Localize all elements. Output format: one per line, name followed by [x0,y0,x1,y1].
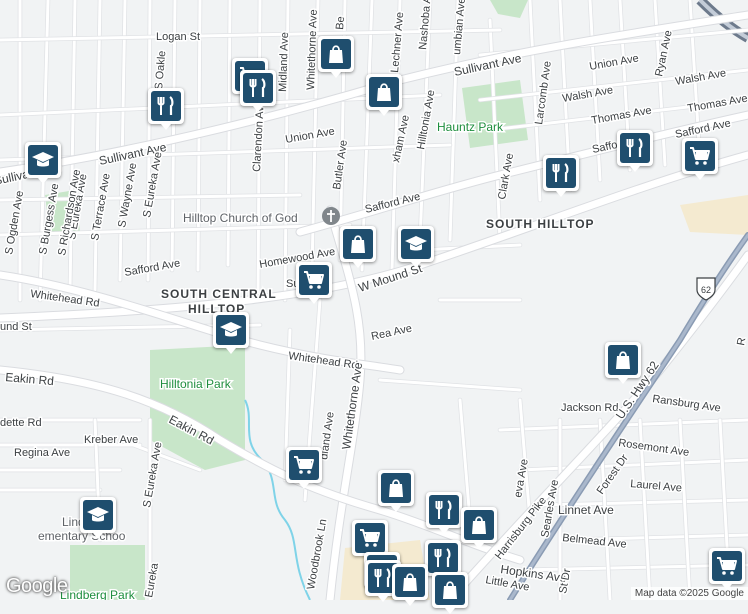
shopping-bag-icon [369,77,399,107]
restaurant-marker[interactable] [425,540,461,582]
shopping-marker[interactable] [605,342,641,384]
fork-knife-icon [151,91,181,121]
restaurant-marker[interactable] [148,88,184,130]
grocery-marker[interactable] [352,520,388,562]
shopping-marker[interactable] [461,507,497,549]
school-marker[interactable] [25,142,61,184]
shopping-marker[interactable] [378,470,414,512]
shopping-marker[interactable] [392,564,428,606]
shopping-bag-icon [464,510,494,540]
school-marker[interactable] [80,497,116,539]
street-label-logan: Logan St [156,31,200,43]
shopping-bag-icon [435,575,465,605]
graduation-cap-icon [401,229,431,259]
shopping-cart-icon [685,141,715,171]
shopping-bag-icon [321,39,351,69]
park-label-lindberg[interactable]: Lindberg Park [59,587,138,601]
google-logo: Google [6,575,68,597]
us-62-shield-label: 62 [701,285,711,295]
shopping-cart-icon [289,450,319,480]
fork-knife-icon [428,543,458,573]
shopping-bag-icon [381,473,411,503]
shopping-marker[interactable] [340,226,376,268]
graduation-cap-icon [216,315,246,345]
shopping-marker[interactable] [366,74,402,116]
shopping-cart-icon [712,551,742,581]
street-label-dette: dette Rd [0,417,42,429]
street-label-mound: und St [0,321,32,333]
grocery-marker[interactable] [682,138,718,180]
fork-knife-icon [546,158,576,188]
street-label-midland-n: Midland Ave [277,32,291,92]
map-attribution[interactable]: Map data ©2025 Google [630,587,748,600]
park-label-hauntz[interactable]: Hauntz Park [436,119,506,136]
park-label-hilltonia[interactable]: Hilltonia Park [159,376,234,393]
restaurant-marker[interactable] [617,130,653,172]
grocery-marker[interactable] [709,548,745,590]
church-icon[interactable] [322,207,340,225]
grocery-marker[interactable] [286,447,322,489]
shopping-cart-icon [355,523,385,553]
graduation-cap-icon [28,145,58,175]
shopping-bag-icon [395,567,425,597]
fork-knife-icon [620,133,650,163]
restaurant-marker[interactable] [426,492,462,534]
graduation-cap-icon [83,500,113,530]
shopping-marker[interactable] [432,572,468,614]
street-label-linnet: Linnet Ave [558,503,614,517]
fork-knife-icon [429,495,459,525]
grocery-marker[interactable] [296,262,332,304]
school-marker[interactable] [398,226,434,268]
street-label-kreber: Kreber Ave [84,434,138,446]
fork-knife-icon [243,73,273,103]
area-label-south-central: SOUTH CENTRAL [161,287,277,301]
shopping-cart-icon [299,265,329,295]
restaurant-marker[interactable] [240,70,276,112]
shopping-marker[interactable] [318,36,354,78]
street-label-jackson: Jackson Rd [561,402,618,414]
shopping-bag-icon [608,345,638,375]
school-marker[interactable] [213,312,249,354]
area-label-south-hilltop: SOUTH HILLTOP [486,217,595,231]
street-label-belvidere: Be [334,16,347,30]
restaurant-marker[interactable] [543,155,579,197]
street-label-regina: Regina Ave [14,447,70,459]
poi-label-church[interactable]: Hilltop Church of God [182,210,300,227]
shopping-bag-icon [343,229,373,259]
